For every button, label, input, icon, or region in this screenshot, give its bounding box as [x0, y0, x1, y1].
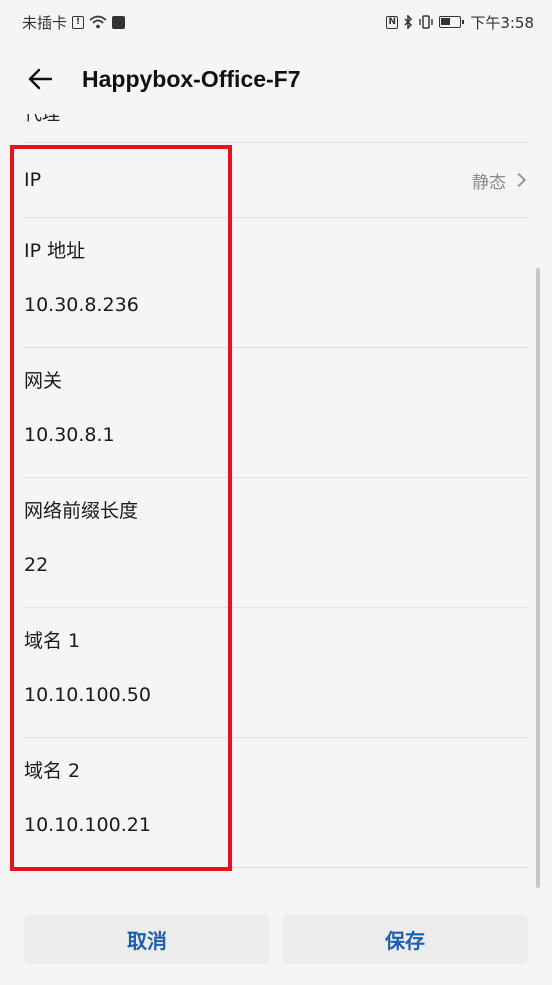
wifi-icon	[89, 15, 107, 29]
sim-icon: !	[72, 15, 85, 29]
status-bar: 未插卡 ! N 下午3:58	[0, 0, 552, 44]
cancel-button[interactable]: 取消	[24, 914, 270, 964]
scrollbar[interactable]	[536, 268, 540, 888]
carrier-text: 未插卡	[22, 13, 68, 32]
vibrate-icon	[418, 15, 434, 29]
status-right: N 下午3:58	[386, 12, 534, 33]
app-bar: Happybox-Office-F7	[0, 44, 552, 114]
ip-setting-value-group: 静态	[472, 168, 528, 193]
bluetooth-icon	[403, 15, 413, 29]
nfc-icon: N	[386, 15, 399, 29]
back-arrow-icon[interactable]	[22, 61, 58, 97]
clock-text: 下午3:58	[470, 13, 534, 32]
battery-icon	[439, 16, 465, 28]
chevron-right-icon	[511, 172, 527, 188]
highlight-box	[10, 145, 232, 871]
partial-row-label: 代理	[24, 114, 60, 125]
status-left: 未插卡 !	[22, 12, 126, 33]
notification-icon	[112, 15, 126, 29]
save-button[interactable]: 保存	[282, 914, 528, 964]
page-title: Happybox-Office-F7	[82, 65, 301, 92]
ip-setting-value: 静态	[472, 172, 506, 193]
partial-row-clipped: 代理	[24, 114, 524, 142]
